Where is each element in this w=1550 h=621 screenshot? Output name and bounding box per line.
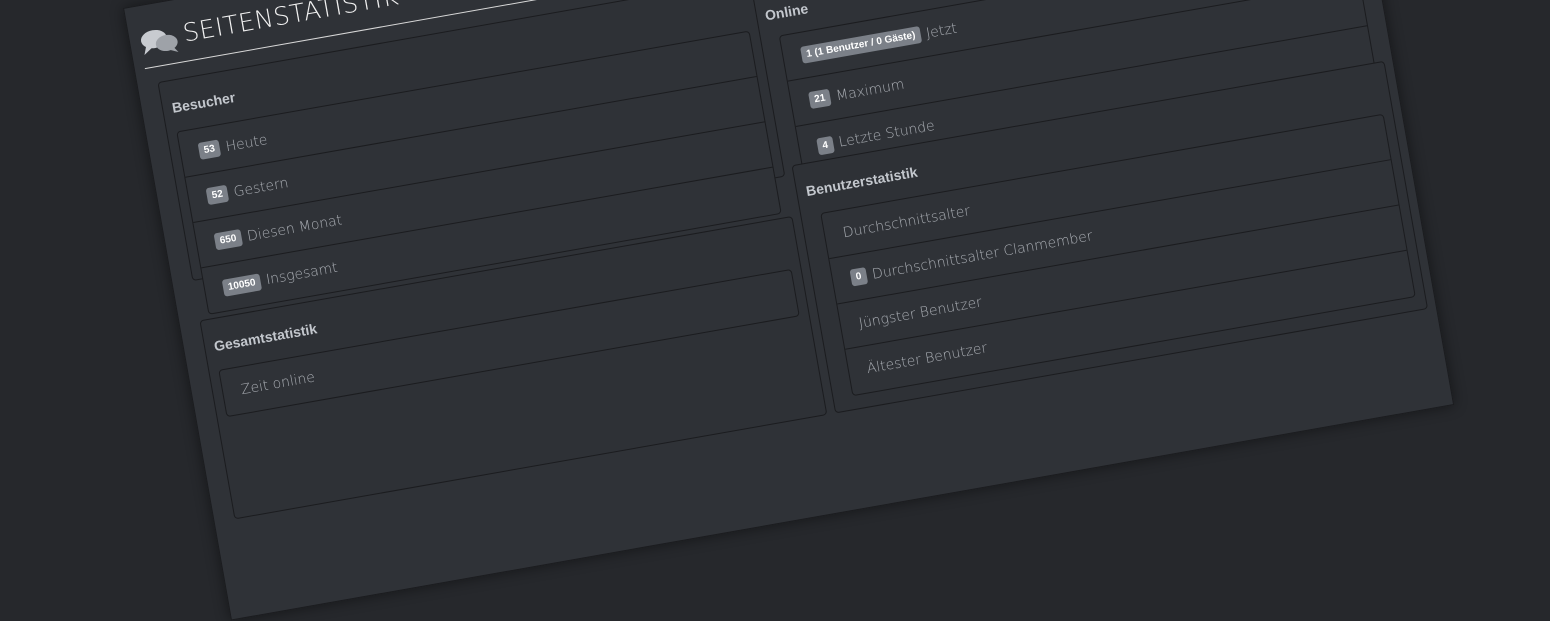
count-badge: 10050 — [221, 272, 262, 297]
count-badge: 650 — [213, 229, 243, 251]
section-title-online: Online — [763, 0, 810, 24]
list-item-label: Gestern — [232, 174, 290, 200]
count-badge: 21 — [808, 88, 832, 110]
list-item-label: Heute — [224, 131, 269, 155]
list-item-label: Ältester Benutzer — [865, 340, 989, 378]
list-item-label: Diesen Monat — [245, 211, 344, 245]
comments-icon — [138, 24, 180, 58]
list-item-label: Durchschnittsalter — [841, 202, 972, 241]
list-item-label: Maximum — [834, 76, 906, 104]
count-badge: 4 — [816, 135, 835, 155]
count-badge: 0 — [849, 267, 868, 287]
list-item-label: Jetzt — [924, 20, 959, 42]
count-badge: 1 (1 Benutzer / 0 Gäste) — [800, 26, 922, 64]
list-item-label: Insgesamt — [264, 259, 339, 289]
count-badge: 53 — [197, 139, 222, 160]
statistics-panel: SEITENSTATISTIK Besucher 53 Heute 52 Ges… — [123, 0, 1455, 621]
scene: SEITENSTATISTIK Besucher 53 Heute 52 Ges… — [0, 0, 1550, 621]
count-badge: 52 — [205, 184, 230, 206]
list-item-label: Zeit online — [239, 369, 317, 399]
list-item-label: Jüngster Benutzer — [857, 293, 984, 332]
page-title: SEITENSTATISTIK — [180, 0, 401, 48]
